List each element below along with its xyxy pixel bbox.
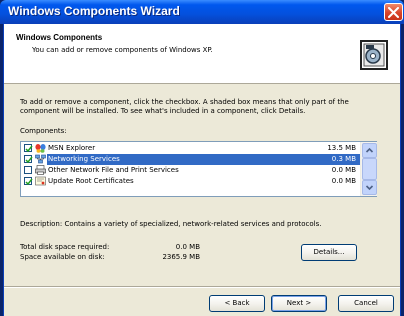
checkbox[interactable]	[24, 144, 33, 153]
component-name: Networking Services	[48, 155, 120, 163]
scroll-down-button[interactable]	[362, 180, 377, 195]
header-subtitle: You can add or remove components of Wind…	[32, 46, 213, 54]
components-list[interactable]: MSN Explorer 13.5 MB Networking Services…	[20, 141, 377, 197]
component-name: MSN Explorer	[48, 144, 96, 152]
wizard-window: Windows Components Wizard Windows Compon…	[0, 0, 404, 316]
back-button[interactable]: < Back	[209, 295, 265, 312]
space-required-label: Total disk space required:	[20, 243, 110, 251]
component-description: Description: Contains a variety of speci…	[20, 220, 322, 228]
window-title: Windows Components Wizard	[8, 4, 180, 18]
network-printer-icon	[35, 165, 46, 175]
next-button[interactable]: Next >	[271, 295, 327, 312]
close-icon	[388, 7, 399, 18]
components-scrollbar[interactable]	[360, 142, 377, 196]
list-item[interactable]: MSN Explorer 13.5 MB	[22, 143, 360, 154]
checkbox[interactable]	[24, 177, 33, 186]
scroll-up-button[interactable]	[362, 143, 377, 158]
component-size: 0.3 MB	[331, 155, 356, 163]
cancel-button[interactable]: Cancel	[338, 295, 394, 312]
scroll-thumb[interactable]	[362, 158, 377, 180]
header-title: Windows Components	[16, 33, 103, 42]
title-bar[interactable]: Windows Components Wizard	[0, 0, 404, 24]
intro-text: To add or remove a component, click the …	[20, 98, 349, 115]
checkbox[interactable]	[24, 166, 32, 174]
space-available-label: Space available on disk:	[20, 253, 105, 261]
check-mark-icon	[25, 178, 33, 186]
msn-butterfly-icon	[35, 144, 46, 153]
wizard-body: Windows Components You can add or remove…	[3, 24, 401, 316]
space-required-value: 0.0 MB	[175, 243, 200, 251]
component-name: Other Network File and Print Services	[48, 166, 179, 174]
component-size: 0.0 MB	[331, 166, 356, 174]
list-item[interactable]: Networking Services 0.3 MB	[22, 154, 360, 165]
component-name: Update Root Certificates	[48, 177, 134, 185]
components-label: Components:	[20, 127, 67, 135]
network-icon	[35, 154, 46, 164]
button-separator	[4, 286, 400, 288]
close-button[interactable]	[384, 3, 403, 21]
component-size: 13.5 MB	[327, 144, 356, 152]
chevron-down-icon	[365, 185, 374, 191]
details-button[interactable]: Details...	[301, 244, 357, 261]
component-size: 0.0 MB	[331, 177, 356, 185]
wizard-header: Windows Components You can add or remove…	[4, 24, 400, 84]
check-mark-icon	[25, 156, 33, 164]
certificate-icon	[35, 176, 46, 186]
list-item[interactable]: Update Root Certificates 0.0 MB	[22, 176, 360, 187]
chevron-up-icon	[365, 147, 374, 153]
windows-components-icon	[360, 40, 388, 70]
checkbox[interactable]	[24, 155, 33, 164]
space-available-value: 2365.9 MB	[162, 253, 200, 261]
list-item[interactable]: Other Network File and Print Services 0.…	[22, 165, 360, 176]
check-mark-icon	[25, 145, 33, 153]
